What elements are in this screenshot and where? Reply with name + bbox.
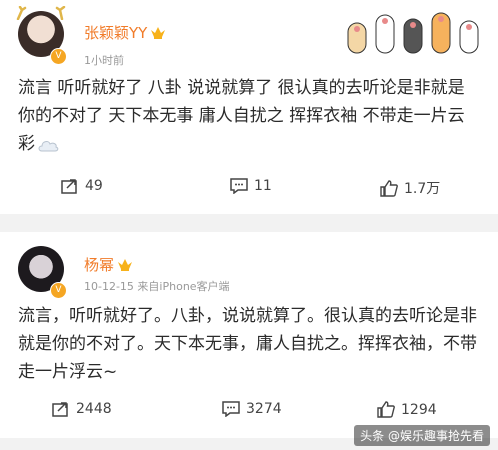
verified-badge-icon: V (50, 282, 67, 299)
post-time-source: 10-12-15 来自iPhone客户端 (84, 280, 230, 293)
verified-badge-icon: V (50, 48, 67, 65)
repost-button[interactable]: 2448 (52, 401, 112, 417)
username[interactable]: 张颖颖YY (84, 22, 166, 43)
username[interactable]: 杨幂 (84, 254, 133, 275)
cat-paws-decoration (347, 12, 479, 54)
crown-icon (118, 259, 133, 271)
comment-button[interactable]: 3274 (222, 401, 282, 417)
post-content: 流言 听听就好了 八卦 说说就算了 很认真的去听论是非就是你的不对了 天下本无事… (18, 78, 465, 154)
cloud-icon (38, 141, 59, 152)
comment-icon (222, 401, 240, 417)
thumb-up-icon (380, 179, 398, 197)
like-button[interactable]: 1294 (377, 401, 437, 418)
comment-button[interactable]: 11 (230, 178, 272, 194)
repost-icon (52, 402, 68, 417)
post-divider (0, 214, 498, 232)
deer-antler-decoration (16, 6, 66, 20)
watermark: 头条 @娱乐趣事抢先看 (354, 425, 490, 446)
post-time: 1小时前 (84, 54, 124, 67)
repost-icon (61, 179, 77, 194)
like-button[interactable]: 1.7万 (380, 178, 440, 198)
post-content: 流言，听听就好了。八卦，说说就算了。很认真的去听论是非就是你的不对了。天下本无事… (18, 306, 477, 382)
comment-icon (230, 178, 248, 194)
thumb-up-icon (377, 401, 395, 418)
repost-button[interactable]: 49 (61, 178, 103, 194)
weibo-post-1: V 张颖颖YY 1小时前 流言 听听就好了 八卦 说说就算了 很认真的去听论是非… (0, 0, 498, 214)
crown-icon (151, 27, 166, 39)
